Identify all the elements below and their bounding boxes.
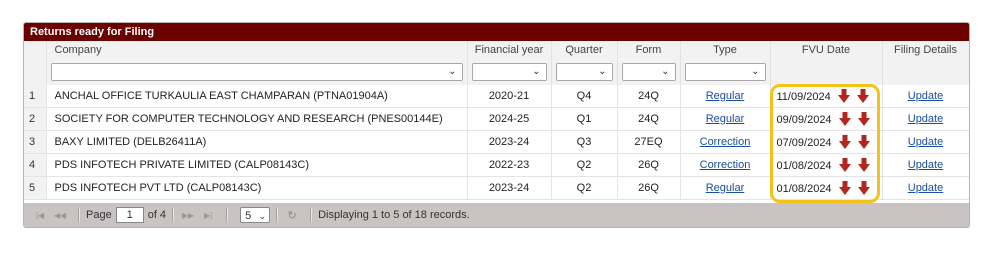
column-header-financial-year[interactable]: Financial year [467,41,552,58]
row-number: 5 [24,176,47,200]
quarter-cell: Q2 [551,176,618,200]
chevron-down-icon: ⌄ [661,65,670,77]
column-header-fvu-date[interactable]: FVU Date [770,41,883,58]
update-link[interactable]: Update [908,136,943,148]
form-cell: 26Q [617,153,681,177]
page-number-input[interactable]: 1 [115,207,144,223]
row-number: 2 [24,107,47,131]
return-type-link[interactable]: Correction [700,136,751,148]
column-header-quarter[interactable]: Quarter [551,41,618,58]
page-size-value: 5 [245,210,252,222]
chevron-down-icon: ⌄ [532,65,541,77]
company-filter-select[interactable]: ⌄ [50,62,463,81]
row-number: 4 [24,153,47,177]
chevron-down-icon: ⌄ [751,65,760,77]
company-name: PDS INFOTECH PRIVATE LIMITED (CALP08143C… [46,153,468,177]
column-header-type[interactable]: Type [680,41,771,58]
form-filter-select[interactable]: ⌄ [621,62,676,81]
form-cell: 24Q [617,107,681,131]
type-filter-select[interactable]: ⌄ [684,62,766,81]
update-link[interactable]: Update [908,159,943,171]
row-number: 3 [24,130,47,154]
column-header-company[interactable]: Company [46,41,468,58]
quarter-cell: Q2 [551,153,618,177]
row-number: 1 [24,85,47,108]
company-name: PDS INFOTECH PVT LTD (CALP08143C) [46,176,468,200]
quarter-cell: Q4 [551,85,618,108]
financial-year-filter-select[interactable]: ⌄ [471,62,547,81]
financial-year-cell: 2022-23 [467,153,552,177]
page-size-select[interactable]: 5 ⌄ [240,207,271,223]
company-name: ANCHAL OFFICE TURKAULIA EAST CHAMPARAN (… [46,85,468,108]
page-count-label: of 4 [147,209,167,221]
update-link[interactable]: Update [908,113,943,125]
financial-year-cell: 2020-21 [467,85,552,108]
first-page-icon[interactable]: |◀ [32,208,48,222]
header-row: Company Financial year Quarter Form Type… [24,41,969,58]
page-label: Page [86,209,112,221]
column-header-form[interactable]: Form [617,41,681,58]
column-header-filing-details[interactable]: Filing Details [882,41,969,58]
quarter-cell: Q3 [551,130,618,154]
chevron-down-icon: ⌄ [258,211,267,221]
company-name: BAXY LIMITED (DELB26411A) [46,130,468,154]
records-status: Displaying 1 to 5 of 18 records. [318,209,470,221]
form-cell: 24Q [617,85,681,108]
next-page-icon[interactable]: ▶▶ [180,208,196,222]
quarter-filter-select[interactable]: ⌄ [555,62,613,81]
previous-page-icon[interactable]: ◀◀ [52,208,68,222]
financial-year-cell: 2023-24 [467,130,552,154]
last-page-icon[interactable]: ▶| [200,208,216,222]
financial-year-cell: 2024-25 [467,107,552,131]
form-cell: 26Q [617,176,681,200]
quarter-cell: Q1 [551,107,618,131]
refresh-icon[interactable]: ↻ [284,208,300,222]
fvu-date-highlight [770,84,880,203]
pagination-bar: |◀ ◀◀ Page 1 of 4 ▶▶ ▶| 5 ⌄ ↻ Displaying … [24,203,969,227]
panel-title: Returns ready for Filing [24,23,969,41]
chevron-down-icon: ⌄ [448,65,457,77]
chevron-down-icon: ⌄ [598,65,607,77]
return-type-link[interactable]: Regular [706,113,745,125]
form-cell: 27EQ [617,130,681,154]
update-link[interactable]: Update [908,90,943,102]
update-link[interactable]: Update [908,182,943,194]
company-name: SOCIETY FOR COMPUTER TECHNOLOGY AND RESE… [46,107,468,131]
return-type-link[interactable]: Regular [706,182,745,194]
return-type-link[interactable]: Regular [706,90,745,102]
return-type-link[interactable]: Correction [700,159,751,171]
financial-year-cell: 2023-24 [467,176,552,200]
filter-row: ⌄ ⌄ ⌄ ⌄ ⌄ [24,58,969,85]
